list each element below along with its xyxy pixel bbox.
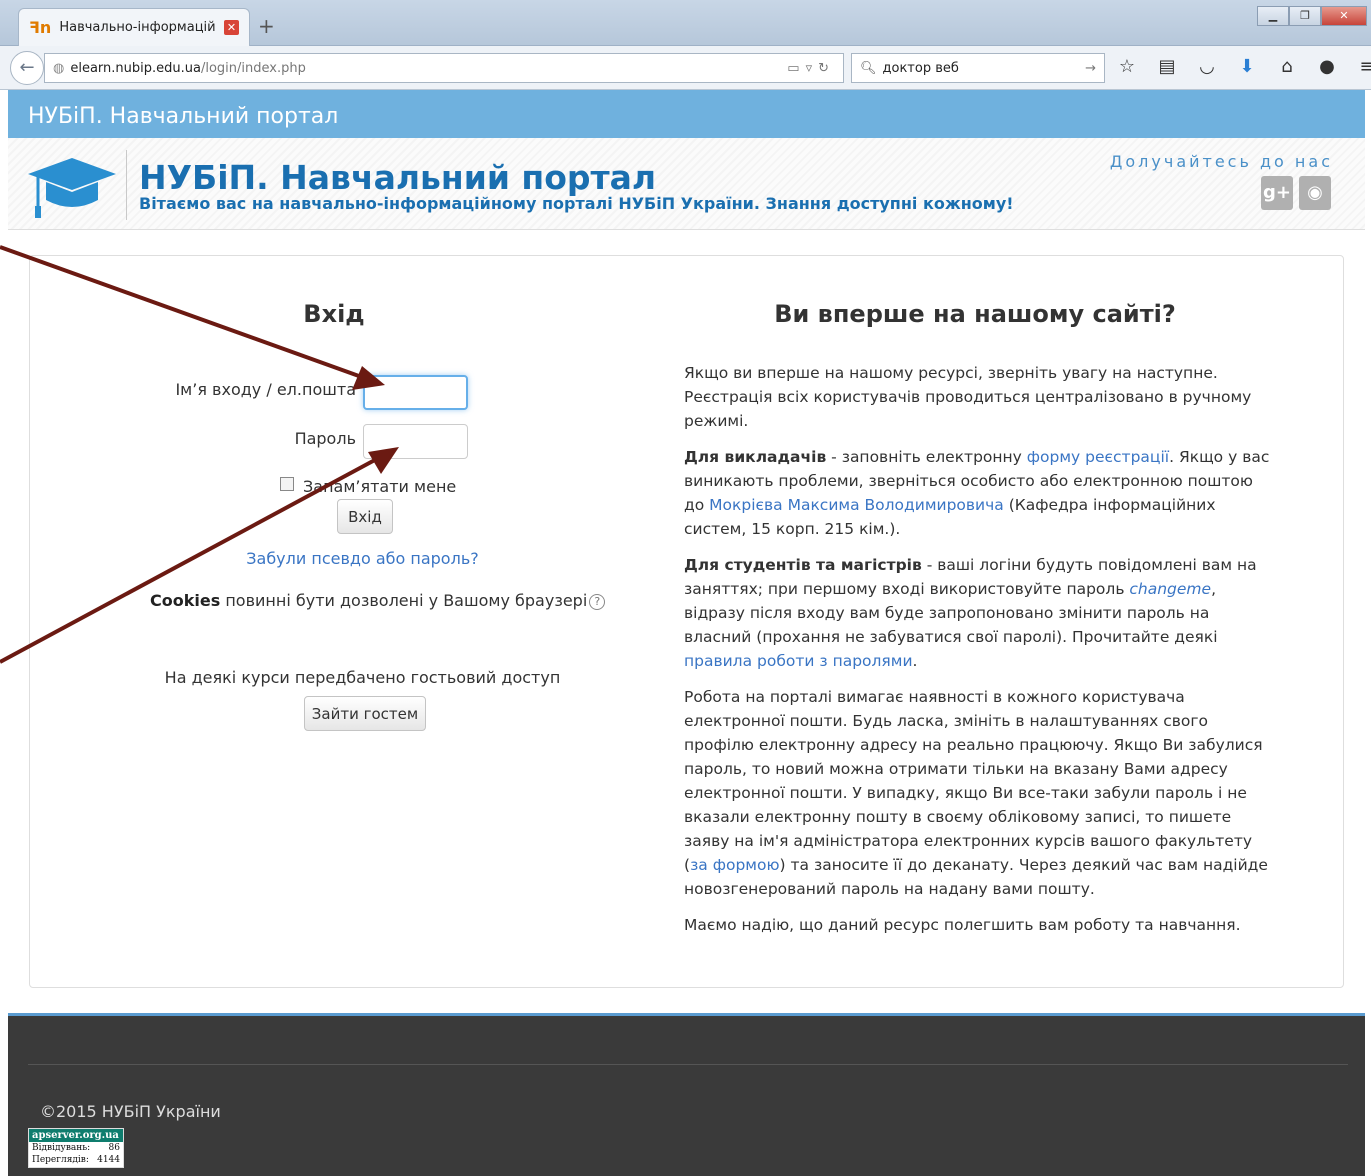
counter-header: apserver.org.ua bbox=[29, 1129, 123, 1142]
info-paragraph-teachers: Для викладачів - заповніть електронну фо… bbox=[684, 445, 1274, 541]
help-icon[interactable]: ? bbox=[589, 593, 606, 610]
new-tab-button[interactable]: + bbox=[258, 14, 275, 38]
close-tab-icon[interactable]: ✕ bbox=[224, 20, 239, 35]
password-rules-link[interactable]: правила роботи з паролями bbox=[684, 652, 913, 670]
globe-social-icon[interactable]: ◉ bbox=[1299, 176, 1331, 210]
cookies-note: Cookies повинні бути дозволені у Вашому … bbox=[150, 591, 606, 610]
minimize-button[interactable]: ▁ bbox=[1257, 6, 1289, 26]
counter-label: Відвідувань: bbox=[32, 1143, 91, 1153]
login-title: Вхід bbox=[303, 300, 365, 328]
counter-value: 86 bbox=[108, 1143, 120, 1153]
default-password: changeme bbox=[1129, 580, 1212, 598]
header-divider bbox=[126, 150, 127, 220]
contact-person-link[interactable]: Мокрієва Максима Володимировича bbox=[709, 496, 1004, 514]
site-tagline: Вітаємо вас на навчально-інформаційному … bbox=[139, 194, 1014, 213]
footer-divider bbox=[28, 1064, 1348, 1065]
email-text-a: Робота на порталі вимагає наявності в ко… bbox=[684, 688, 1263, 874]
search-input[interactable]: доктор веб bbox=[883, 61, 959, 76]
forgot-password-link[interactable]: Забули псевдо або пароль? bbox=[0, 549, 725, 568]
reader-reload-icons[interactable]: ▭▿↻ bbox=[787, 61, 835, 76]
window-close-button[interactable]: ✕ bbox=[1321, 6, 1367, 26]
browser-toolbar: ☆ ▤ ◡ ⬇ ⌂ ● ≡ bbox=[1116, 56, 1371, 77]
window-controls: ▁ ❐ ✕ bbox=[1257, 6, 1367, 26]
password-label: Пароль bbox=[294, 429, 356, 448]
menu-icon[interactable]: ≡ bbox=[1356, 56, 1371, 77]
search-go-icon[interactable]: → bbox=[1085, 61, 1096, 76]
teachers-text-a: - заповніть електронну bbox=[826, 448, 1027, 466]
password-input[interactable] bbox=[363, 424, 468, 459]
guest-login-button[interactable]: Зайти гостем bbox=[304, 696, 426, 731]
info-paragraph-closing: Маємо надію, що даний ресурс полегшить в… bbox=[684, 916, 1241, 934]
guest-access-note: На деякі курси передбачено гостьовий дос… bbox=[164, 668, 561, 687]
cookies-bold: Cookies bbox=[150, 591, 221, 610]
site-footer: ©2015 НУБіП України bbox=[8, 1013, 1365, 1176]
home-icon[interactable]: ⌂ bbox=[1276, 56, 1298, 77]
tab-title: Навчально-інформаційн... bbox=[59, 20, 216, 35]
download-icon[interactable]: ⬇ bbox=[1236, 56, 1258, 77]
remember-label: Запам’ятати мене bbox=[303, 477, 457, 496]
counter-label: Переглядів: bbox=[32, 1155, 89, 1165]
counter-row: Відвідувань: 86 bbox=[29, 1142, 123, 1154]
site-navbar: НУБіП. Навчальний портал bbox=[8, 90, 1365, 138]
counter-row: Переглядів: 4144 bbox=[29, 1154, 123, 1166]
browser-tab[interactable]: ꟻn Навчально-інформаційн... ✕ bbox=[18, 8, 250, 46]
by-form-link[interactable]: за формою bbox=[690, 856, 779, 874]
first-time-title: Ви вперше на нашому сайті? bbox=[774, 300, 1176, 328]
graduation-cap-logo-icon bbox=[28, 158, 116, 218]
info-paragraph-students: Для студентів та магістрів - ваші логіни… bbox=[684, 553, 1274, 673]
pocket-icon[interactable]: ◡ bbox=[1196, 56, 1218, 77]
username-label: Ім’я входу / ел.пошта bbox=[175, 380, 356, 399]
site-title: НУБіП. Навчальний портал bbox=[139, 158, 657, 197]
username-input[interactable] bbox=[363, 375, 468, 410]
info-paragraph-email: Робота на порталі вимагає наявності в ко… bbox=[684, 685, 1274, 901]
maximize-button[interactable]: ❐ bbox=[1289, 6, 1321, 26]
cookies-text: повинні бути дозволені у Вашому браузері bbox=[220, 591, 588, 610]
site-favicon-icon: ꟻn bbox=[29, 18, 52, 37]
remember-checkbox[interactable] bbox=[280, 477, 294, 491]
globe-icon: ◍ bbox=[53, 60, 65, 76]
address-bar[interactable]: ◍ elearn.nubip.edu.ua /login/index.php ▭… bbox=[44, 53, 844, 83]
url-domain: elearn.nubip.edu.ua bbox=[70, 60, 201, 76]
chat-icon[interactable]: ● bbox=[1316, 56, 1338, 77]
search-icon: 🔍︎ bbox=[860, 60, 877, 76]
counter-value: 4144 bbox=[97, 1155, 120, 1165]
url-path: /login/index.php bbox=[200, 60, 306, 76]
search-bar[interactable]: 🔍︎ доктор веб → bbox=[851, 53, 1105, 83]
browser-titlebar: ꟻn Навчально-інформаційн... ✕ + ▁ ❐ ✕ bbox=[0, 0, 1371, 46]
registration-form-link[interactable]: форму реєстрації bbox=[1027, 448, 1169, 466]
site-header: НУБіП. Навчальний портал Вітаємо вас на … bbox=[8, 138, 1365, 230]
first-time-info: Якщо ви вперше на нашому ресурсі, зверні… bbox=[684, 361, 1274, 949]
info-paragraph-intro: Якщо ви вперше на нашому ресурсі, зверні… bbox=[684, 364, 1252, 430]
star-icon[interactable]: ☆ bbox=[1116, 56, 1138, 77]
login-button[interactable]: Вхід bbox=[337, 499, 393, 534]
reading-list-icon[interactable]: ▤ bbox=[1156, 56, 1178, 77]
students-text-c: . bbox=[912, 652, 918, 670]
browser-navbar: ← ◍ elearn.nubip.edu.ua /login/index.php… bbox=[0, 46, 1371, 90]
google-plus-icon[interactable]: g+ bbox=[1261, 176, 1293, 210]
teachers-bold: Для викладачів bbox=[684, 448, 827, 466]
footer-copyright: ©2015 НУБіП України bbox=[40, 1102, 221, 1121]
visit-counter-badge[interactable]: apserver.org.ua Відвідувань: 86 Перегляді… bbox=[28, 1128, 124, 1168]
join-us-label: Долучайтесь до нас bbox=[1109, 152, 1333, 171]
students-bold: Для студентів та магістрів bbox=[684, 556, 922, 574]
site-navbar-title[interactable]: НУБіП. Навчальний портал bbox=[28, 104, 338, 129]
social-links: g+ ◉ bbox=[1261, 176, 1331, 210]
back-button[interactable]: ← bbox=[10, 51, 44, 85]
